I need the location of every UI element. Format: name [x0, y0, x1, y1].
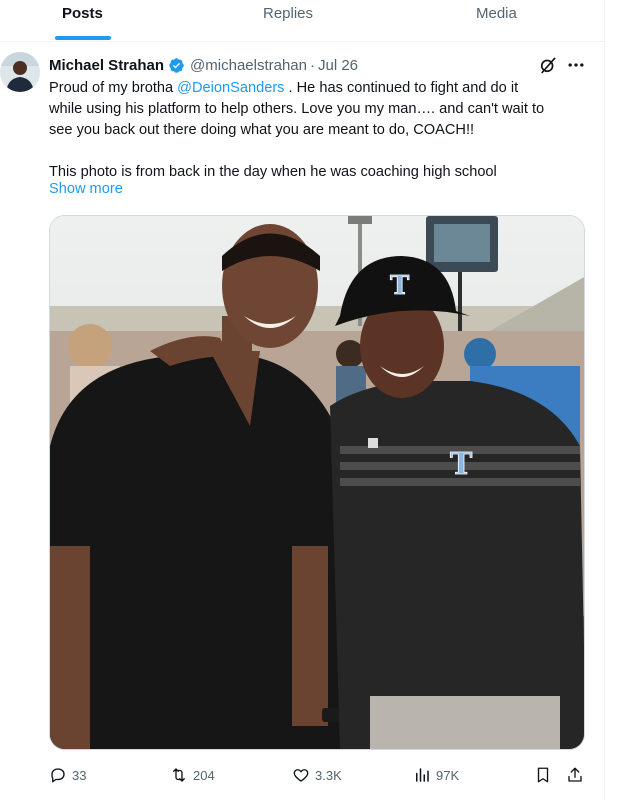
photo-illustration: T T: [50, 216, 584, 749]
more-icon[interactable]: [566, 55, 586, 75]
reply-button[interactable]: 33: [49, 762, 86, 788]
tab-replies[interactable]: Replies: [200, 0, 380, 42]
tweet-author-row: Michael Strahan @michaelstrahan · Jul 26: [49, 55, 358, 75]
tab-posts-label: Posts: [62, 5, 103, 22]
tweet-photo[interactable]: T T: [49, 215, 585, 750]
shirt-logo: T: [450, 447, 473, 482]
views-button[interactable]: 97K: [413, 762, 459, 788]
share-icon: [568, 767, 582, 782]
view-count: 97K: [436, 767, 460, 783]
repost-count: 204: [193, 767, 215, 783]
crowd-person: [68, 324, 112, 368]
avatar-image: [0, 52, 40, 92]
text-segment: . He has continued to fight and do it: [284, 80, 519, 96]
tweet-date[interactable]: Jul 26: [318, 57, 358, 74]
reply-count: 33: [72, 767, 87, 783]
tab-replies-label: Replies: [263, 5, 314, 22]
author-name[interactable]: Michael Strahan: [49, 57, 164, 74]
verified-icon: [169, 57, 184, 73]
tab-media-label: Media: [476, 5, 517, 22]
text-segment: Proud of my brotha: [49, 80, 178, 96]
separator-dot: ·: [310, 56, 315, 74]
views-icon: [416, 768, 429, 782]
cap-logo: T: [390, 271, 410, 301]
tweet-action-bar: 33 204 3.3K 97K: [0, 762, 604, 788]
like-button[interactable]: 3.3K: [292, 762, 342, 788]
like-icon: [293, 769, 309, 782]
crowd-person: [336, 340, 364, 368]
active-tab-indicator: [55, 36, 111, 40]
bookmark-icon: [537, 767, 549, 783]
grok-icon[interactable]: [538, 55, 558, 75]
author-handle[interactable]: @michaelstrahan: [190, 57, 307, 74]
tweet-text-line: while using his platform to help others.…: [49, 101, 545, 117]
tweet-text-line: This photo is from back in the day when …: [49, 164, 497, 180]
tweet-text-line: Proud of my brotha @DeionSanders . He ha…: [49, 78, 595, 99]
like-count: 3.3K: [315, 767, 342, 783]
timeline-border: [604, 0, 605, 800]
show-more-link[interactable]: Show more: [49, 181, 123, 197]
repost-icon: [173, 768, 185, 782]
profile-tabs: Posts Replies Media: [0, 0, 604, 42]
tweet-text: Proud of my brotha @DeionSanders . He ha…: [49, 78, 595, 183]
author-avatar[interactable]: [0, 52, 40, 92]
tweet-text-line: see you back out there doing what you ar…: [49, 122, 475, 138]
mention-link[interactable]: @DeionSanders: [177, 80, 284, 96]
crowd-person: [464, 338, 496, 370]
repost-button[interactable]: 204: [170, 762, 215, 788]
share-button[interactable]: [566, 762, 584, 788]
bookmark-button[interactable]: [534, 762, 552, 788]
reply-icon: [51, 768, 65, 783]
tab-media[interactable]: Media: [420, 0, 580, 42]
